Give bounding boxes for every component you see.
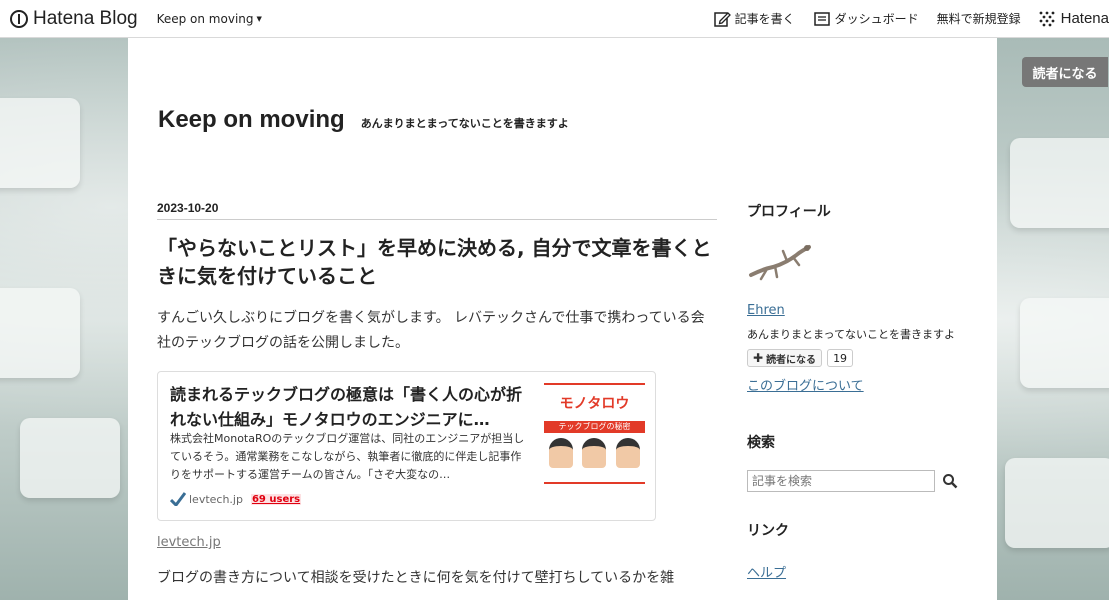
write-entry-link[interactable]: 記事を書く [713,10,795,28]
dashboard-link[interactable]: ダッシュボード [813,10,919,28]
thumb-logo: モノタロウ [559,396,630,412]
thumb-band: テックブログの秘密 [544,421,645,433]
card-meta: levtech.jp 69 users [170,492,302,506]
card-thumbnail[interactable]: モノタロウ テックブログの秘密 [544,383,645,484]
links-heading: リンク [747,523,789,539]
blog-header: Keep on moving あんまりまとまってないことを書きますよ [158,106,569,134]
hatena-logo-icon [10,9,28,28]
entry-intro: すんごい久しぶりにブログを書く気がします。 レバテックさんで仕事で携わっている会… [157,310,705,351]
logo-text: Hatena Blog [33,7,138,29]
profile-heading: プロフィール [747,204,831,220]
entry-paragraph: ブログの書き方について相談を受けたときに何を気を付けて壁打ちしているかを雑 [157,570,675,586]
subscriber-count[interactable]: 19 [827,349,854,367]
signup-label: 無料で新規登録 [936,12,1021,26]
card-description: 株式会社MonotaROのテックブログ運営は、同社のエンジニアが担当しているそう… [170,432,525,481]
person-image [616,438,641,468]
hatena-blog-logo[interactable]: Hatena Blog [10,8,138,30]
plus-icon: ✚ [753,351,764,365]
help-link[interactable]: ヘルプ [747,562,967,581]
source-link[interactable]: levtech.jp [157,535,717,550]
dashboard-label: ダッシュボード [834,12,919,26]
bookmark-users-count[interactable]: 69 users [250,493,302,505]
blog-menu-dropdown[interactable]: Keep on moving ▼ [157,12,262,26]
profile-name-link[interactable]: Ehren [747,303,967,318]
search-input[interactable] [747,470,935,492]
subscribe-button[interactable]: ✚ 読者になる [747,349,823,367]
card-domain: levtech.jp [189,492,243,506]
subscribe-label: 読者になる [766,354,817,366]
global-header: Hatena Blog Keep on moving ▼ 記事を書く ダッシュボ… [0,0,1109,38]
signup-link[interactable]: 無料で新規登録 [937,10,1021,27]
person-image [548,438,573,468]
profile-description: あんまりまとまってないことを書きますよ [747,328,956,341]
person-image [582,438,607,468]
checkmark-icon [170,492,186,506]
blog-menu-label: Keep on moving [156,11,254,26]
about-blog-link[interactable]: このブログについて [747,375,967,394]
entry-title[interactable]: 「やらないことリスト」を早めに決める, 自分で文章を書くときに気を付けていること [157,234,717,290]
blog-description: あんまりまとまってないことを書きますよ [360,117,569,130]
hatena-dots-icon [1039,11,1055,26]
search-icon[interactable] [942,473,958,489]
pencil-icon [713,11,731,27]
card-title[interactable]: 読まれるテックブログの極意は「書く人の心が折れない仕組み」モノタロウのエンジニア… [170,382,532,432]
entry-article: 2023-10-20 「やらないことリスト」を早めに決める, 自分で文章を書くと… [157,201,717,591]
entry-date[interactable]: 2023-10-20 [157,201,717,220]
search-heading: 検索 [747,435,775,451]
blog-title[interactable]: Keep on moving [158,106,345,134]
sidebar: プロフィール Ehren あんまりまとまってないことを書きますよ ✚ 読者になる… [747,201,967,581]
dashboard-icon [813,11,830,26]
caret-down-icon: ▼ [256,14,262,23]
hatena-services-menu[interactable]: Hatena [1039,10,1109,27]
hatena-label: Hatena [1060,10,1109,27]
write-entry-label: 記事を書く [734,12,795,26]
floating-subscribe-button[interactable]: 読者になる [1022,57,1108,87]
profile-avatar[interactable] [747,239,811,285]
blog-container: Keep on moving あんまりまとまってないことを書きますよ 2023-… [128,38,997,600]
embed-link-card[interactable]: 読まれるテックブログの極意は「書く人の心が折れない仕組み」モノタロウのエンジニア… [157,371,656,521]
